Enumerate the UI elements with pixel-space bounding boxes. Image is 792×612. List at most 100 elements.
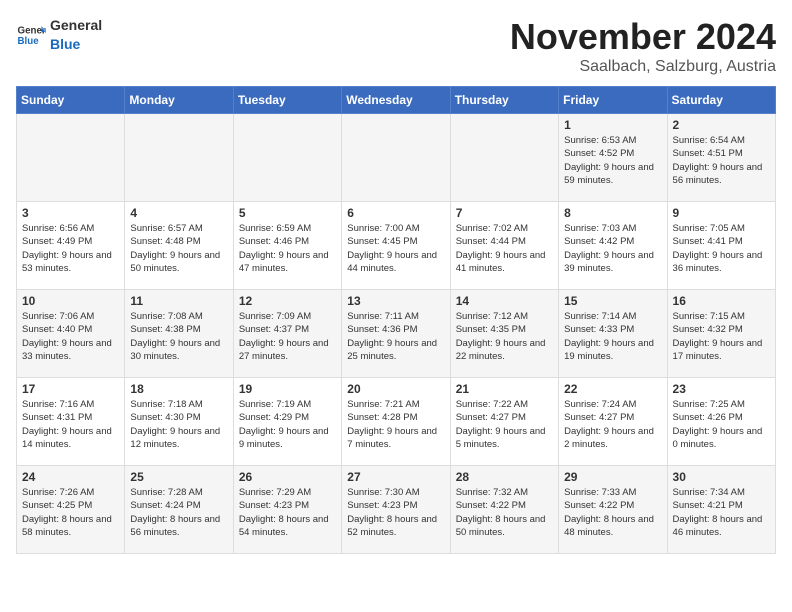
- day-number: 23: [673, 382, 770, 396]
- calendar-cell: 14 Sunrise: 7:12 AM Sunset: 4:35 PM Dayli…: [450, 290, 558, 378]
- day-number: 10: [22, 294, 119, 308]
- day-info: Sunrise: 7:05 AM Sunset: 4:41 PM Dayligh…: [673, 222, 770, 275]
- calendar-cell: [125, 114, 233, 202]
- calendar-week-4: 17 Sunrise: 7:16 AM Sunset: 4:31 PM Dayli…: [17, 378, 776, 466]
- calendar-cell: 15 Sunrise: 7:14 AM Sunset: 4:33 PM Dayli…: [559, 290, 667, 378]
- day-info: Sunrise: 7:28 AM Sunset: 4:24 PM Dayligh…: [130, 486, 227, 539]
- calendar-cell: 28 Sunrise: 7:32 AM Sunset: 4:22 PM Dayli…: [450, 466, 558, 554]
- calendar-cell: 8 Sunrise: 7:03 AM Sunset: 4:42 PM Daylig…: [559, 202, 667, 290]
- day-number: 14: [456, 294, 553, 308]
- day-number: 21: [456, 382, 553, 396]
- day-number: 11: [130, 294, 227, 308]
- day-info: Sunrise: 7:34 AM Sunset: 4:21 PM Dayligh…: [673, 486, 770, 539]
- day-info: Sunrise: 7:15 AM Sunset: 4:32 PM Dayligh…: [673, 310, 770, 363]
- day-number: 15: [564, 294, 661, 308]
- day-number: 2: [673, 118, 770, 132]
- calendar-cell: 7 Sunrise: 7:02 AM Sunset: 4:44 PM Daylig…: [450, 202, 558, 290]
- svg-text:Blue: Blue: [18, 36, 40, 47]
- day-info: Sunrise: 6:57 AM Sunset: 4:48 PM Dayligh…: [130, 222, 227, 275]
- day-info: Sunrise: 7:16 AM Sunset: 4:31 PM Dayligh…: [22, 398, 119, 451]
- calendar-cell: 16 Sunrise: 7:15 AM Sunset: 4:32 PM Dayli…: [667, 290, 775, 378]
- day-number: 28: [456, 470, 553, 484]
- header-wednesday: Wednesday: [342, 87, 450, 114]
- calendar-cell: 25Sunrise: 7:28 AM Sunset: 4:24 PM Dayli…: [125, 466, 233, 554]
- calendar-cell: 6 Sunrise: 7:00 AM Sunset: 4:45 PM Daylig…: [342, 202, 450, 290]
- day-info: Sunrise: 7:32 AM Sunset: 4:22 PM Dayligh…: [456, 486, 553, 539]
- calendar-cell: 17 Sunrise: 7:16 AM Sunset: 4:31 PM Dayli…: [17, 378, 125, 466]
- header-monday: Monday: [125, 87, 233, 114]
- day-info: Sunrise: 7:03 AM Sunset: 4:42 PM Dayligh…: [564, 222, 661, 275]
- header-sunday: Sunday: [17, 87, 125, 114]
- day-number: 6: [347, 206, 444, 220]
- calendar-week-2: 3Sunrise: 6:56 AM Sunset: 4:49 PM Daylig…: [17, 202, 776, 290]
- logo-general: General: [50, 17, 102, 33]
- calendar-cell: 29Sunrise: 7:33 AM Sunset: 4:22 PM Dayli…: [559, 466, 667, 554]
- day-info: Sunrise: 7:12 AM Sunset: 4:35 PM Dayligh…: [456, 310, 553, 363]
- day-number: 18: [130, 382, 227, 396]
- page-subtitle: Saalbach, Salzburg, Austria: [510, 58, 776, 76]
- day-number: 4: [130, 206, 227, 220]
- day-info: Sunrise: 6:59 AM Sunset: 4:46 PM Dayligh…: [239, 222, 336, 275]
- day-number: 13: [347, 294, 444, 308]
- calendar-cell: [17, 114, 125, 202]
- header-saturday: Saturday: [667, 87, 775, 114]
- day-number: 3: [22, 206, 119, 220]
- title-area: November 2024 Saalbach, Salzburg, Austri…: [510, 16, 776, 76]
- day-info: Sunrise: 7:22 AM Sunset: 4:27 PM Dayligh…: [456, 398, 553, 451]
- calendar-cell: 1Sunrise: 6:53 AM Sunset: 4:52 PM Daylig…: [559, 114, 667, 202]
- day-info: Sunrise: 7:19 AM Sunset: 4:29 PM Dayligh…: [239, 398, 336, 451]
- day-info: Sunrise: 7:26 AM Sunset: 4:25 PM Dayligh…: [22, 486, 119, 539]
- calendar-cell: 12Sunrise: 7:09 AM Sunset: 4:37 PM Dayli…: [233, 290, 341, 378]
- day-info: Sunrise: 7:18 AM Sunset: 4:30 PM Dayligh…: [130, 398, 227, 451]
- header-thursday: Thursday: [450, 87, 558, 114]
- day-info: Sunrise: 7:11 AM Sunset: 4:36 PM Dayligh…: [347, 310, 444, 363]
- calendar-cell: 21 Sunrise: 7:22 AM Sunset: 4:27 PM Dayli…: [450, 378, 558, 466]
- day-info: Sunrise: 7:21 AM Sunset: 4:28 PM Dayligh…: [347, 398, 444, 451]
- calendar-cell: [233, 114, 341, 202]
- calendar-cell: 18 Sunrise: 7:18 AM Sunset: 4:30 PM Dayli…: [125, 378, 233, 466]
- day-info: Sunrise: 7:02 AM Sunset: 4:44 PM Dayligh…: [456, 222, 553, 275]
- day-info: Sunrise: 7:06 AM Sunset: 4:40 PM Dayligh…: [22, 310, 119, 363]
- day-info: Sunrise: 7:30 AM Sunset: 4:23 PM Dayligh…: [347, 486, 444, 539]
- day-number: 26: [239, 470, 336, 484]
- day-number: 12: [239, 294, 336, 308]
- logo-icon: General Blue: [16, 20, 46, 50]
- day-number: 9: [673, 206, 770, 220]
- day-number: 29: [564, 470, 661, 484]
- header-friday: Friday: [559, 87, 667, 114]
- calendar-week-5: 24Sunrise: 7:26 AM Sunset: 4:25 PM Dayli…: [17, 466, 776, 554]
- day-number: 17: [22, 382, 119, 396]
- day-number: 20: [347, 382, 444, 396]
- calendar-cell: [450, 114, 558, 202]
- day-number: 7: [456, 206, 553, 220]
- day-number: 30: [673, 470, 770, 484]
- calendar-cell: 5 Sunrise: 6:59 AM Sunset: 4:46 PM Daylig…: [233, 202, 341, 290]
- calendar-cell: 23 Sunrise: 7:25 AM Sunset: 4:26 PM Dayli…: [667, 378, 775, 466]
- logo: General Blue General Blue: [16, 16, 102, 54]
- calendar-cell: 9 Sunrise: 7:05 AM Sunset: 4:41 PM Daylig…: [667, 202, 775, 290]
- day-info: Sunrise: 7:29 AM Sunset: 4:23 PM Dayligh…: [239, 486, 336, 539]
- day-info: Sunrise: 6:53 AM Sunset: 4:52 PM Dayligh…: [564, 134, 661, 187]
- calendar-cell: 26 Sunrise: 7:29 AM Sunset: 4:23 PM Dayli…: [233, 466, 341, 554]
- day-info: Sunrise: 7:14 AM Sunset: 4:33 PM Dayligh…: [564, 310, 661, 363]
- day-info: Sunrise: 6:54 AM Sunset: 4:51 PM Dayligh…: [673, 134, 770, 187]
- calendar-cell: 24Sunrise: 7:26 AM Sunset: 4:25 PM Dayli…: [17, 466, 125, 554]
- calendar-cell: 30 Sunrise: 7:34 AM Sunset: 4:21 PM Dayli…: [667, 466, 775, 554]
- calendar-cell: 3Sunrise: 6:56 AM Sunset: 4:49 PM Daylig…: [17, 202, 125, 290]
- calendar-cell: 11Sunrise: 7:08 AM Sunset: 4:38 PM Dayli…: [125, 290, 233, 378]
- day-number: 8: [564, 206, 661, 220]
- calendar-cell: 19Sunrise: 7:19 AM Sunset: 4:29 PM Dayli…: [233, 378, 341, 466]
- day-info: Sunrise: 7:25 AM Sunset: 4:26 PM Dayligh…: [673, 398, 770, 451]
- day-info: Sunrise: 7:24 AM Sunset: 4:27 PM Dayligh…: [564, 398, 661, 451]
- calendar-cell: 4 Sunrise: 6:57 AM Sunset: 4:48 PM Daylig…: [125, 202, 233, 290]
- calendar-week-3: 10 Sunrise: 7:06 AM Sunset: 4:40 PM Dayli…: [17, 290, 776, 378]
- calendar-cell: 27Sunrise: 7:30 AM Sunset: 4:23 PM Dayli…: [342, 466, 450, 554]
- page-title: November 2024: [510, 16, 776, 58]
- day-number: 16: [673, 294, 770, 308]
- day-info: Sunrise: 7:00 AM Sunset: 4:45 PM Dayligh…: [347, 222, 444, 275]
- calendar-table: SundayMondayTuesdayWednesdayThursdayFrid…: [16, 86, 776, 554]
- header: General Blue General Blue November 2024 …: [16, 16, 776, 76]
- day-number: 5: [239, 206, 336, 220]
- calendar-week-1: 1Sunrise: 6:53 AM Sunset: 4:52 PM Daylig…: [17, 114, 776, 202]
- logo-blue: Blue: [50, 36, 80, 52]
